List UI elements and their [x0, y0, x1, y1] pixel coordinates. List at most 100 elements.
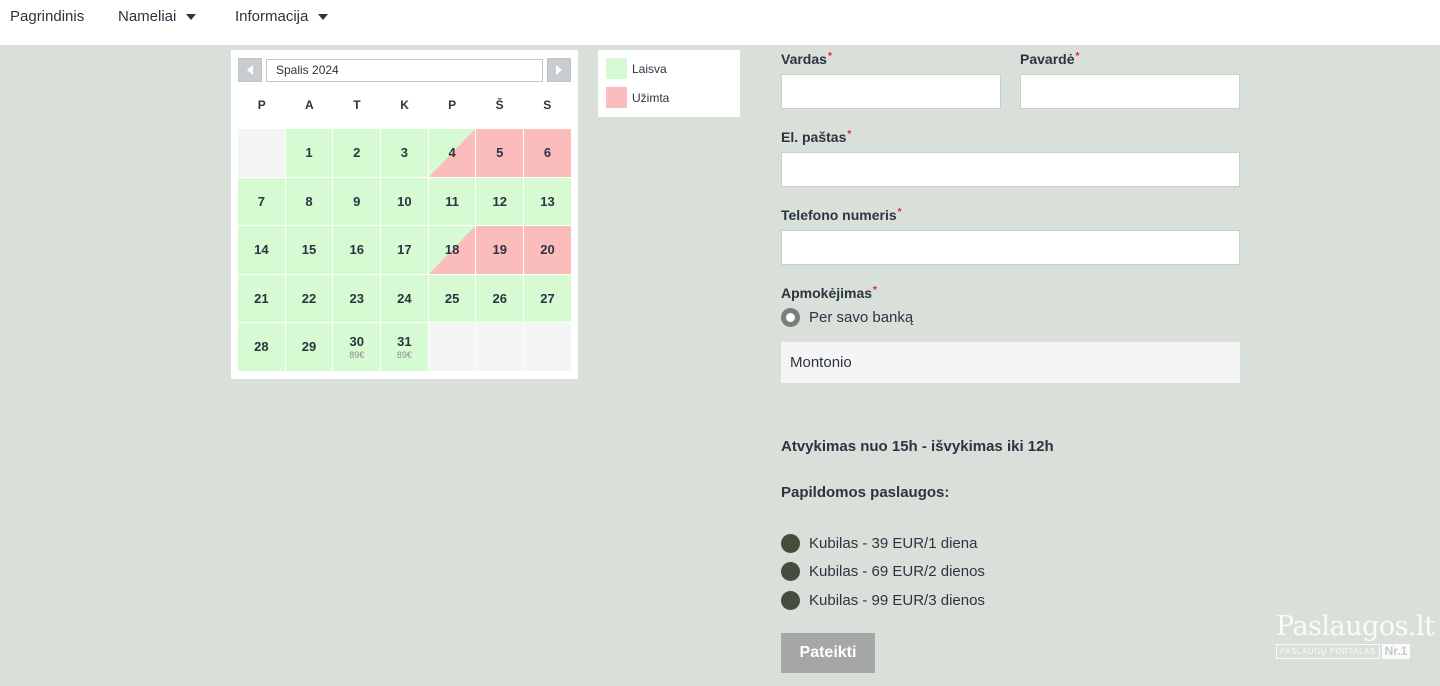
extra-option-label: Kubilas - 99 EUR/3 dienos — [809, 592, 985, 609]
radio-button[interactable] — [781, 308, 800, 327]
calendar-day[interactable]: 30 89€ — [333, 323, 381, 371]
extra-option-1[interactable]: Kubilas - 39 EUR/1 diena — [781, 534, 977, 553]
calendar-day[interactable]: 13 — [524, 177, 571, 225]
calendar-empty-cell — [238, 129, 285, 177]
phone-input[interactable] — [781, 230, 1240, 265]
day-number: 14 — [254, 242, 269, 258]
day-number: 1 — [305, 145, 313, 161]
legend-busy-swatch — [606, 87, 627, 108]
nav-item-nameliai[interactable]: Nameliai — [118, 8, 197, 25]
day-number: 10 — [397, 193, 412, 209]
last-name-label-text: Pavardė — [1020, 51, 1075, 67]
calendar-day[interactable]: 28 — [238, 323, 285, 371]
calendar-day[interactable]: 24 — [381, 274, 428, 322]
day-number: 18 — [444, 242, 460, 258]
day-number: 28 — [254, 339, 269, 355]
calendar-day[interactable]: 12 — [476, 177, 524, 225]
weekday-row: PATKPŠS — [238, 98, 571, 118]
calendar-day[interactable]: 21 — [238, 274, 285, 322]
extra-option-3[interactable]: Kubilas - 99 EUR/3 dienos — [781, 591, 985, 610]
calendar-day[interactable]: 22 — [285, 274, 333, 322]
calendar-empty-cell — [476, 323, 524, 371]
payment-label: Apmokėjimas* — [781, 285, 877, 301]
calendar-day[interactable]: 4 — [428, 129, 476, 177]
day-number: 12 — [492, 193, 508, 209]
arrow-left-icon — [247, 65, 253, 75]
payment-option-bank[interactable]: Per savo banką — [781, 308, 913, 327]
last-name-label: Pavardė* — [1020, 51, 1079, 67]
calendar-day[interactable]: 16 — [333, 226, 381, 274]
first-name-label-text: Vardas — [781, 51, 827, 67]
calendar-day[interactable]: 20 — [524, 226, 571, 274]
phone-label-text: Telefono numeris — [781, 207, 897, 223]
calendar-day[interactable]: 15 — [285, 226, 333, 274]
weekday-label: T — [353, 98, 361, 112]
extra-option-2[interactable]: Kubilas - 69 EUR/2 dienos — [781, 562, 985, 581]
submit-button[interactable]: Pateikti — [781, 633, 875, 673]
nav-item-pagrindinis[interactable]: Pagrindinis — [10, 8, 84, 25]
calendar-day[interactable]: 26 — [476, 274, 524, 322]
watermark-sub: PASLAUGŲ PORTALAS Nr.1 — [1276, 644, 1416, 659]
month-label: Spalis 2024 — [266, 59, 543, 82]
weekday-label: K — [400, 98, 409, 112]
calendar-day[interactable]: 11 — [428, 177, 476, 225]
day-number: 19 — [492, 242, 508, 258]
checkin-info: Atvykimas nuo 15h - išvykimas iki 12h — [781, 438, 1054, 455]
calendar-day[interactable]: 1 — [285, 129, 333, 177]
calendar-day[interactable]: 31 89€ — [381, 323, 428, 371]
calendar-day[interactable]: 19 — [476, 226, 524, 274]
email-input[interactable] — [781, 152, 1240, 187]
email-label: El. paštas* — [781, 129, 851, 145]
weekday-label: P — [257, 98, 266, 112]
nav-item-informacija[interactable]: Informacija — [235, 8, 329, 25]
day-number: 29 — [301, 339, 317, 355]
next-month-button[interactable] — [547, 58, 571, 82]
day-number: 26 — [492, 290, 508, 306]
legend-free-swatch — [606, 58, 627, 79]
calendar-day[interactable]: 14 — [238, 226, 285, 274]
calendar-day[interactable]: 5 — [476, 129, 524, 177]
day-number: 24 — [397, 290, 412, 306]
calendar-legend: Laisva Užimta — [598, 50, 740, 117]
watermark-tagline: PASLAUGŲ PORTALAS — [1276, 644, 1380, 659]
calendar-day[interactable]: 9 — [333, 177, 381, 225]
phone-label: Telefono numeris* — [781, 207, 902, 223]
day-number: 23 — [349, 290, 364, 306]
extras-heading: Papildomos paslaugos: — [781, 484, 950, 501]
calendar-grid: 1 2 3 4 5 6 7 8 9 10 11 12 13 14 15 16 17 18 19 20 21 22 23 24 2… — [238, 129, 572, 372]
required-mark: * — [873, 285, 877, 296]
calendar-day[interactable]: 29 — [285, 323, 333, 371]
weekday-label: Š — [495, 98, 504, 112]
booking-calendar: Spalis 2024 PATKPŠS 1 2 3 4 5 6 7 8 9 10 11 12 13 14 1… — [231, 50, 578, 379]
first-name-label: Vardas* — [781, 51, 832, 67]
calendar-empty-cell — [524, 323, 571, 371]
calendar-day[interactable]: 7 — [238, 177, 285, 225]
prev-month-button[interactable] — [238, 58, 262, 82]
day-number: 13 — [540, 193, 555, 209]
checkbox-icon[interactable] — [781, 534, 800, 553]
calendar-day[interactable]: 3 — [381, 129, 428, 177]
checkbox-icon[interactable] — [781, 562, 800, 581]
day-number: 21 — [254, 290, 269, 306]
calendar-header: Spalis 2024 — [231, 50, 578, 90]
calendar-day[interactable]: 25 — [428, 274, 476, 322]
calendar-day[interactable]: 27 — [524, 274, 571, 322]
required-mark: * — [897, 207, 902, 218]
calendar-day[interactable]: 17 — [381, 226, 428, 274]
first-name-input[interactable] — [781, 74, 1001, 109]
day-number: 16 — [349, 242, 364, 258]
bank-select[interactable]: Montonio — [781, 342, 1240, 383]
calendar-day[interactable]: 18 — [428, 226, 476, 274]
calendar-day[interactable]: 10 — [381, 177, 428, 225]
calendar-day[interactable]: 2 — [333, 129, 381, 177]
last-name-input[interactable] — [1020, 74, 1240, 109]
calendar-day[interactable]: 23 — [333, 274, 381, 322]
checkbox-icon[interactable] — [781, 591, 800, 610]
radio-dot-icon — [786, 313, 795, 322]
extra-option-label: Kubilas - 39 EUR/1 diena — [809, 535, 978, 552]
calendar-day[interactable]: 6 — [524, 129, 571, 177]
calendar-day[interactable]: 8 — [285, 177, 333, 225]
paslaugos-watermark: Paslaugos.lt PASLAUGŲ PORTALAS Nr.1 — [1276, 612, 1435, 664]
day-number: 6 — [543, 145, 552, 161]
caret-down-icon — [318, 13, 329, 20]
